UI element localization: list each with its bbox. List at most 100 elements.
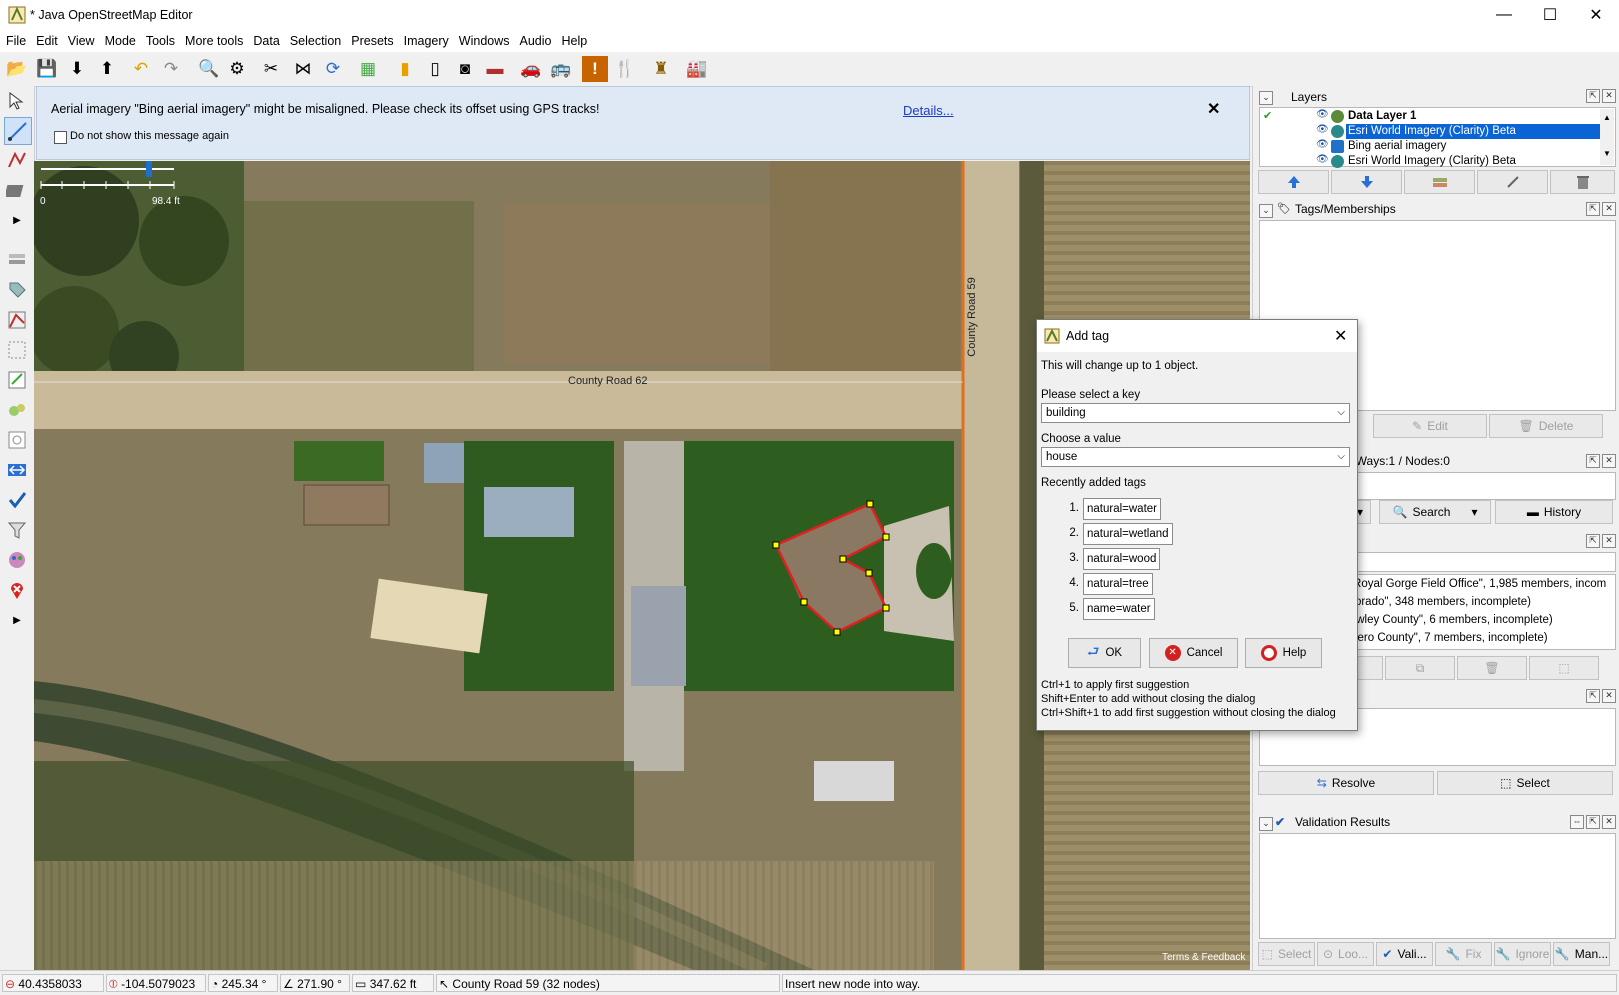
validation-fix-button[interactable]: 🔧 Fix <box>1435 942 1492 966</box>
validation-settings-icon[interactable]: ⇔ <box>1570 815 1584 829</box>
conflict-icon[interactable] <box>4 457 30 483</box>
merge-layer-button[interactable] <box>1404 170 1475 194</box>
relation-row[interactable]: rowley County", 6 members, incomplete) <box>1346 612 1553 628</box>
filter-list-icon[interactable] <box>4 427 30 453</box>
move-layer-up-button[interactable] <box>1258 170 1329 194</box>
menu-selection[interactable]: Selection <box>285 30 346 52</box>
visibility-eye-icon[interactable]: 👁 <box>1316 124 1329 135</box>
move-layer-down-button[interactable] <box>1331 170 1402 194</box>
details-link[interactable]: Details... <box>903 103 954 118</box>
layer-tools-button[interactable] <box>1477 170 1548 194</box>
undock-conflict-icon[interactable]: ⇱ <box>1586 689 1600 703</box>
preset-signal-icon[interactable]: ◙ <box>452 56 478 82</box>
validation-vali-button[interactable]: ✔ Vali... <box>1376 942 1433 966</box>
expand-panels-icon[interactable]: ▶ <box>4 607 30 633</box>
undo-icon[interactable]: ↶ <box>128 56 154 82</box>
wireframe-icon[interactable]: ▦ <box>355 56 381 82</box>
menu-audio[interactable]: Audio <box>515 30 557 52</box>
delete-layer-button[interactable] <box>1550 170 1615 194</box>
recent-tag-button[interactable]: natural=tree <box>1083 573 1153 595</box>
improve-way-icon[interactable] <box>4 147 30 173</box>
split-way-icon[interactable]: ✂ <box>258 56 284 82</box>
menu-imagery[interactable]: Imagery <box>399 30 454 52</box>
layer-row[interactable]: ✔ 👁 Data Layer 1 <box>1260 109 1600 124</box>
preset-industry-icon[interactable]: 🏭 <box>684 56 710 82</box>
menu-windows[interactable]: Windows <box>454 30 515 52</box>
relation-row[interactable]: - Royal Gorge Field Office", 1,985 membe… <box>1346 576 1606 592</box>
search-button[interactable]: 🔍 Search ▾ <box>1379 500 1491 524</box>
relation-duplicate-button[interactable]: ⧉ <box>1385 656 1455 680</box>
value-combobox[interactable]: house ⌵ <box>1041 447 1350 467</box>
undock-tags-icon[interactable]: ⇱ <box>1586 202 1600 216</box>
save-icon[interactable]: 💾 <box>34 56 60 82</box>
preset-bus-icon[interactable]: 🚌 <box>548 56 574 82</box>
preset-castle-icon[interactable]: ♜ <box>648 56 674 82</box>
conflict-select-button[interactable]: ⬚ Select <box>1437 771 1613 795</box>
collapse-layers-icon[interactable]: ⌄ <box>1259 91 1273 105</box>
recent-tag-button[interactable]: natural=wood <box>1083 548 1161 570</box>
menu-help[interactable]: Help <box>557 30 593 52</box>
visibility-eye-icon[interactable]: 👁 <box>1316 154 1329 165</box>
key-combobox[interactable]: building ⌵ <box>1041 403 1350 423</box>
close-validation-icon[interactable]: ✕ <box>1602 815 1616 829</box>
layer-row[interactable]: 👁 Bing aerial imagery <box>1260 139 1600 154</box>
relation-row[interactable]: olorado", 348 members, incomplete) <box>1346 594 1531 610</box>
tags-toggle-icon[interactable] <box>4 277 30 303</box>
expand-tools-icon[interactable]: ▶ <box>4 207 30 233</box>
select-mode-icon[interactable] <box>4 87 30 113</box>
visibility-eye-icon[interactable]: 👁 <box>1316 139 1329 150</box>
layers-toggle-icon[interactable] <box>4 247 30 273</box>
undock-selection-icon[interactable]: ⇱ <box>1586 454 1600 468</box>
close-window-button[interactable]: ✕ <box>1573 0 1619 30</box>
preset-pole-icon[interactable]: ▯ <box>422 56 448 82</box>
minimize-button[interactable]: — <box>1481 0 1527 30</box>
open-file-icon[interactable]: 📂 <box>4 56 30 82</box>
menu-tools[interactable]: Tools <box>141 30 180 52</box>
preset-restaurant-icon[interactable]: 🍴 <box>612 56 638 82</box>
recent-tag-button[interactable]: natural=water <box>1083 498 1161 520</box>
close-tags-icon[interactable]: ✕ <box>1602 202 1616 216</box>
ok-button[interactable]: ⮐ OK <box>1068 638 1141 668</box>
combine-icon[interactable]: ⋈ <box>290 56 316 82</box>
zoom-icon[interactable]: 🔍 <box>196 56 222 82</box>
preset-traffic-icon[interactable]: ▮ <box>392 56 418 82</box>
recent-tag-button[interactable]: natural=wetland <box>1083 523 1173 545</box>
relations-icon[interactable] <box>4 397 30 423</box>
undock-relations-icon[interactable]: ⇱ <box>1586 534 1600 548</box>
edit-tag-button[interactable]: ✎ Edit <box>1373 414 1487 438</box>
cancel-button[interactable]: ✕ Cancel <box>1149 638 1238 668</box>
validation-loo-button[interactable]: ⊙ Loo... <box>1317 942 1374 966</box>
help-button[interactable]: Help <box>1245 638 1322 668</box>
parallel-mode-icon[interactable] <box>4 177 30 203</box>
resolve-button[interactable]: ⇆ Resolve <box>1258 771 1434 795</box>
validation-man-button[interactable]: 🔧 Man... <box>1553 942 1610 966</box>
upload-icon[interactable]: ⬆ <box>94 56 120 82</box>
notes-icon[interactable] <box>4 577 30 603</box>
history-button[interactable]: ▬ History <box>1495 500 1613 524</box>
relation-row[interactable]: Dtero County", 7 members, incomplete) <box>1346 630 1548 646</box>
recent-tag-button[interactable]: name=water <box>1083 598 1155 620</box>
validation-icon[interactable] <box>4 487 30 513</box>
collapse-tags-icon[interactable]: ⌄ <box>1259 204 1273 218</box>
validation-ignore-button[interactable]: 🔧 Ignore <box>1494 942 1551 966</box>
terms-feedback-link[interactable]: Terms & Feedback <box>1162 952 1245 963</box>
layer-row[interactable]: 👁 Esri World Imagery (Clarity) Beta <box>1260 124 1600 139</box>
layer-row[interactable]: 👁 Esri World Imagery (Clarity) Beta <box>1260 154 1600 169</box>
maximize-button[interactable]: ☐ <box>1527 0 1573 30</box>
notification-close-button[interactable]: ✕ <box>1207 99 1220 119</box>
filter-icon[interactable] <box>4 517 30 543</box>
menu-data[interactable]: Data <box>248 30 284 52</box>
close-layers-icon[interactable]: ✕ <box>1602 89 1616 103</box>
close-relations-icon[interactable]: ✕ <box>1602 534 1616 548</box>
users-icon[interactable] <box>4 337 30 363</box>
redo-icon[interactable]: ↷ <box>158 56 184 82</box>
collapse-validation-icon[interactable]: ⌄ <box>1259 817 1273 831</box>
draw-mode-icon[interactable] <box>4 117 32 145</box>
menu-edit[interactable]: Edit <box>31 30 63 52</box>
undock-layers-icon[interactable]: ⇱ <box>1586 89 1600 103</box>
relation-delete-button[interactable]: 🗑 <box>1457 656 1527 680</box>
undock-validation-icon[interactable]: ⇱ <box>1586 815 1600 829</box>
map-paint-icon[interactable] <box>4 547 30 573</box>
preset-car-icon[interactable]: 🚗 <box>518 56 544 82</box>
menu-file[interactable]: File <box>1 30 31 52</box>
